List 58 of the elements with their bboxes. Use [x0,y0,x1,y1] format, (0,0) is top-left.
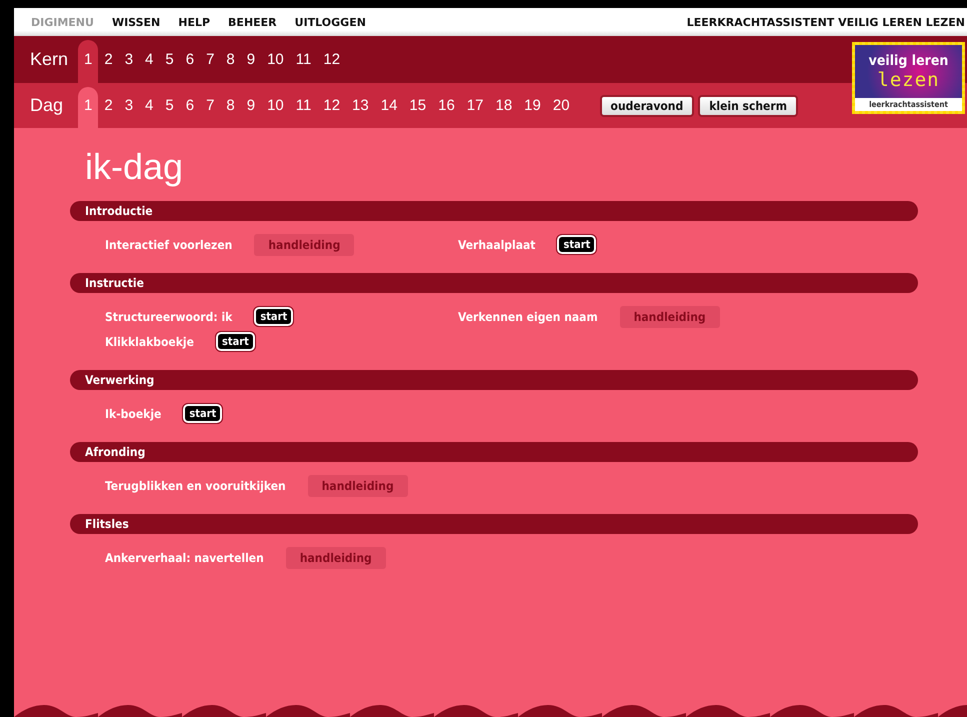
dag-tab[interactable]: 18 [489,87,518,132]
dag-tab[interactable]: 14 [374,87,404,132]
section-header: Flitsles [70,514,918,534]
kern-tab[interactable]: 8 [220,40,241,87]
menu-item[interactable]: HELP [178,16,210,28]
kern-tab[interactable]: 9 [240,40,262,87]
kern-tab[interactable]: 4 [139,40,160,87]
activity-label: Ik-boekje [105,406,162,420]
activity-label: Interactief voorlezen [105,238,232,252]
activity-label: Klikklakboekje [105,334,194,348]
row-label: Dag [30,95,64,116]
section-header: Instructie [70,273,918,293]
dag-tab[interactable]: 8 [220,87,241,132]
app-title: LEERKRACHTASSISTENT VEILIG LEREN LEZEN [686,16,965,28]
dag-tab[interactable]: 5 [159,87,180,132]
menu-item[interactable]: WISSEN [112,16,160,28]
page-title: ik-dag [85,145,184,189]
dag-tab[interactable]: 13 [346,87,375,132]
dag-tab[interactable]: 10 [261,87,290,132]
start-button[interactable]: start [254,307,294,326]
dag-tab[interactable]: 19 [518,87,547,132]
activity-label: Ankerverhaal: navertellen [105,550,264,564]
dag-tab[interactable]: 6 [180,87,200,132]
activity-label: Verhaalplaat [458,238,536,252]
start-button[interactable]: start [216,332,255,351]
activity-label: Verkennen eigen naam [458,310,598,324]
toolbar-button[interactable]: ouderavond [600,94,694,116]
dag-tab[interactable]: 2 [98,87,119,132]
section-header: Verwerking [70,370,918,390]
dag-tab[interactable]: 9 [240,87,262,132]
dag-tab[interactable]: 15 [403,87,432,132]
dag-tab[interactable]: 11 [290,87,318,132]
row-label: Kern [30,49,70,70]
dag-tab[interactable]: 4 [139,87,160,132]
start-button[interactable]: start [557,235,596,254]
toolbar-button[interactable]: klein scherm [698,94,798,116]
kern-tab[interactable]: 5 [159,40,180,87]
activity-label: Structureerwoord: ik [105,310,232,324]
section-header: Afronding [70,442,918,462]
kern-tab[interactable]: 2 [98,40,119,87]
activity-label: Terugblikken en vooruitkijken [105,478,286,492]
kern-tab[interactable]: 11 [290,40,318,87]
kern-tab[interactable]: 3 [118,40,140,87]
dag-tab[interactable]: 16 [432,87,461,132]
start-button[interactable]: start [183,404,222,423]
dag-tab[interactable]: 17 [460,87,490,132]
dag-tab[interactable]: 20 [546,87,576,132]
kern-tab[interactable]: 7 [200,40,220,87]
dag-tab[interactable]: 7 [200,87,220,132]
dag-tab[interactable]: 12 [317,87,346,132]
kern-tab[interactable]: 12 [317,40,346,87]
menu-item[interactable]: BEHEER [228,16,277,28]
kern-tab[interactable]: 6 [180,40,200,87]
logo: veilig leren lezen leerkrachtassistent [852,42,965,114]
dag-tab[interactable]: 3 [118,87,140,132]
section-header: Introductie [70,201,918,221]
menu-item[interactable]: UITLOGGEN [294,16,366,28]
kern-tab[interactable]: 10 [261,40,290,87]
